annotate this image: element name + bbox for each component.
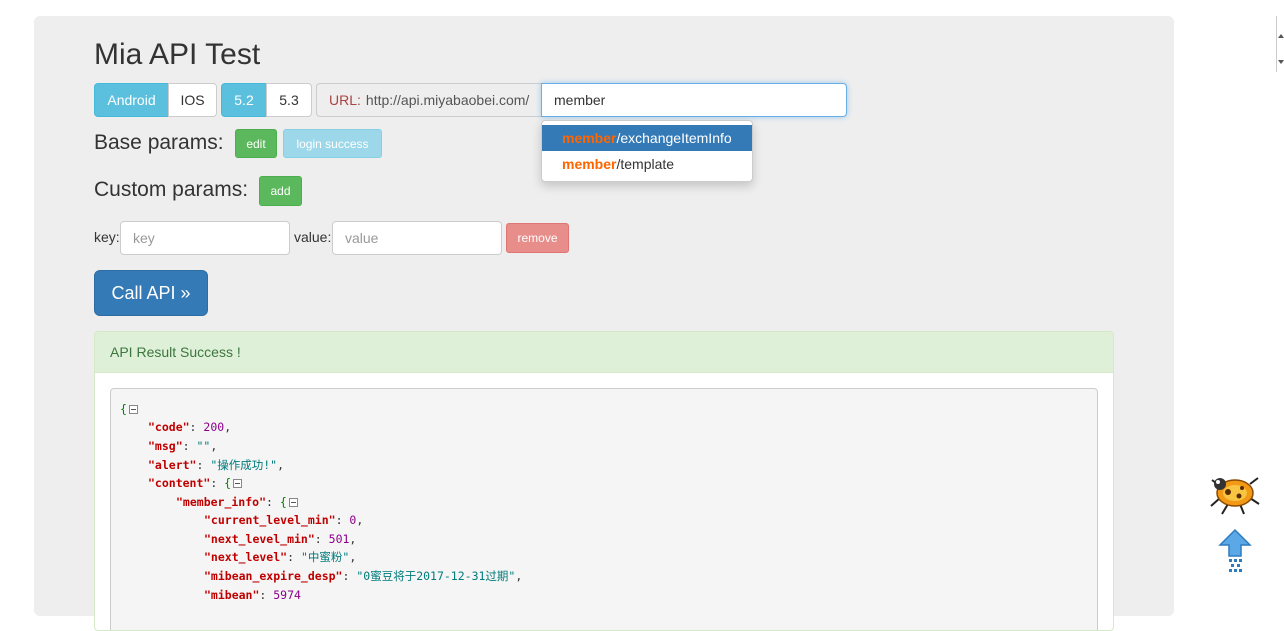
collapse-icon[interactable]	[288, 498, 298, 507]
key-input[interactable]: key	[120, 221, 290, 255]
url-label: URL:	[329, 92, 361, 108]
json-brace: {	[120, 402, 127, 416]
json-key: "next_level_min"	[204, 532, 315, 546]
scroll-up-icon[interactable]	[1278, 34, 1284, 38]
autocomplete-match: member	[562, 156, 617, 172]
json-key: "mibean"	[204, 588, 260, 602]
platform-ios-button[interactable]: IOS	[168, 83, 217, 117]
json-key: "code"	[148, 420, 190, 434]
json-value: 5974	[273, 588, 301, 602]
version-53-button[interactable]: 5.3	[266, 83, 312, 117]
json-key: "next_level"	[204, 550, 288, 564]
value-label: value:	[294, 229, 332, 245]
scrollbar[interactable]	[1276, 16, 1284, 72]
url-base: http://api.miyabaobei.com/	[365, 92, 530, 108]
page-title: Mia API Test	[94, 38, 261, 71]
login-status-button[interactable]: login success	[283, 129, 382, 158]
autocomplete-item[interactable]: member/template	[542, 151, 752, 177]
json-value: 0	[349, 513, 357, 527]
custom-params-heading: Custom params:	[94, 178, 249, 201]
base-params-heading: Base params:	[94, 131, 224, 154]
json-value: ""	[196, 439, 211, 453]
api-path-input[interactable]: member	[541, 83, 847, 117]
autocomplete-rest: /exchangeItemInfo	[616, 130, 732, 146]
key-placeholder: key	[133, 230, 155, 246]
collapse-icon[interactable]	[233, 479, 243, 488]
remove-param-button[interactable]: remove	[506, 223, 569, 253]
edit-base-params-button[interactable]: edit	[235, 129, 277, 158]
result-panel: API Result Success ! { "code": 200, "msg…	[94, 331, 1114, 631]
autocomplete-match: member	[562, 130, 617, 146]
platform-android-button[interactable]: Android	[94, 83, 169, 117]
key-label: key:	[94, 229, 120, 245]
json-viewer[interactable]: { "code": 200, "msg": "", "alert": "操作成功…	[110, 388, 1098, 630]
json-value: "0蜜豆将于2017-12-31过期"	[356, 569, 516, 583]
json-key: "content"	[148, 476, 211, 490]
json-value: "操作成功!"	[210, 458, 278, 472]
json-key: "alert"	[148, 458, 197, 472]
result-heading: API Result Success !	[95, 332, 1113, 373]
version-52-button[interactable]: 5.2	[221, 83, 267, 117]
api-path-value: member	[554, 92, 606, 108]
value-placeholder: value	[345, 230, 379, 246]
add-param-button[interactable]: add	[259, 176, 302, 206]
url-prefix: URL: http://api.miyabaobei.com/	[316, 83, 542, 117]
json-key: "mibean_expire_desp"	[204, 569, 343, 583]
json-key: "current_level_min"	[204, 513, 336, 527]
back-to-top-icon[interactable]	[1218, 528, 1252, 576]
scroll-down-icon[interactable]	[1278, 60, 1284, 64]
autocomplete-dropdown: member/exchangeItemInfo member/template	[541, 120, 753, 182]
json-value: 501	[328, 532, 350, 546]
call-api-button[interactable]: Call API »	[94, 270, 208, 316]
json-key: "member_info"	[176, 495, 267, 509]
json-key: "msg"	[148, 439, 183, 453]
autocomplete-rest: /template	[616, 156, 675, 172]
json-brace: {	[224, 476, 232, 490]
json-value: 200	[203, 420, 225, 434]
collapse-icon[interactable]	[128, 405, 138, 414]
firebug-icon[interactable]	[1208, 468, 1262, 518]
value-input[interactable]: value	[332, 221, 502, 255]
json-brace: {	[279, 495, 287, 509]
json-value: "中蜜粉"	[300, 550, 350, 564]
autocomplete-item[interactable]: member/exchangeItemInfo	[542, 125, 752, 151]
